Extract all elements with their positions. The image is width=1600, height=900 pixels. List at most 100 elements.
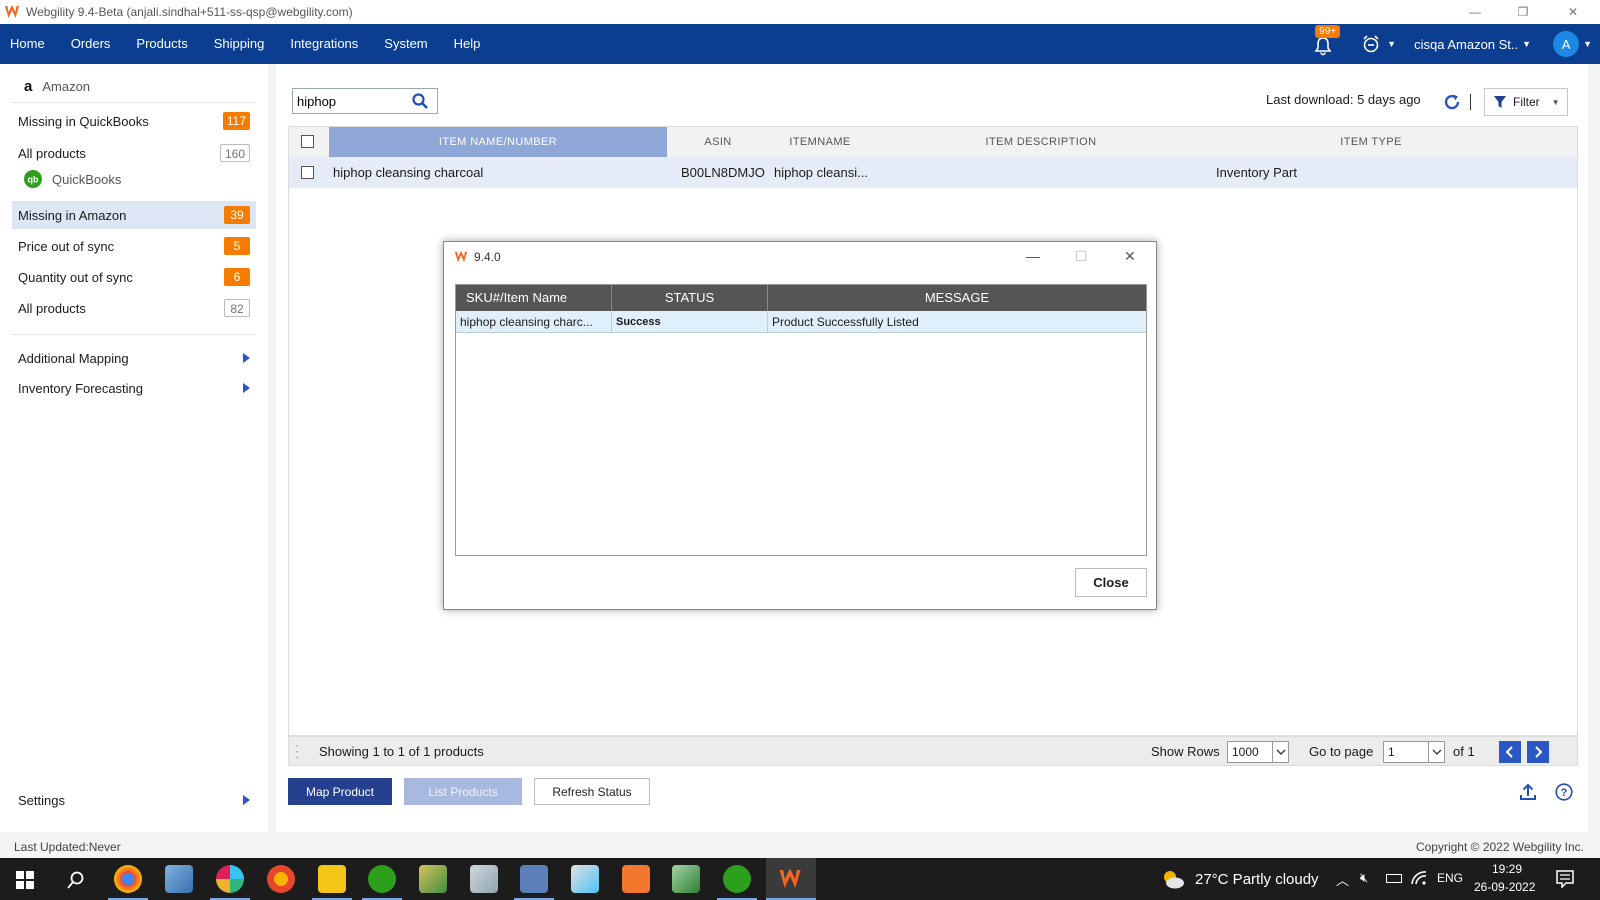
sales-app-icon[interactable] bbox=[368, 865, 396, 893]
menu-products[interactable]: Products bbox=[123, 24, 200, 64]
sidebar-item-settings[interactable]: Settings bbox=[12, 786, 256, 814]
upload-icon[interactable] bbox=[1518, 782, 1538, 802]
refresh-icon[interactable] bbox=[1442, 92, 1462, 112]
minimize-button[interactable]: — bbox=[1452, 0, 1498, 24]
column-header-itemname[interactable]: ITEMNAME bbox=[769, 127, 871, 157]
row-checkbox[interactable] bbox=[301, 166, 314, 179]
divider bbox=[1470, 94, 1471, 110]
sidebar-item-label: Additional Mapping bbox=[18, 350, 129, 366]
sidebar-item-missing-in-amazon[interactable]: Missing in Amazon 39 bbox=[12, 201, 256, 229]
chevron-down-icon[interactable]: ▼ bbox=[1583, 39, 1592, 49]
alarm-clock-icon bbox=[1363, 35, 1379, 53]
sidebar-amazon-header: a Amazon bbox=[24, 78, 90, 95]
language-indicator[interactable]: ENG bbox=[1437, 871, 1463, 885]
chevron-down-icon: ▼ bbox=[1387, 39, 1397, 49]
dialog-minimize-button[interactable]: — bbox=[1026, 248, 1040, 264]
sidebar-item-label: Missing in Amazon bbox=[18, 207, 127, 223]
dialog-titlebar: 9.4.0 bbox=[454, 250, 501, 264]
mail-app-icon[interactable] bbox=[470, 865, 498, 893]
refresh-status-button[interactable]: Refresh Status bbox=[534, 778, 650, 805]
tools-app-icon[interactable] bbox=[419, 865, 447, 893]
notifications-button[interactable]: 99+ bbox=[1313, 25, 1341, 56]
weather-text: 27°C Partly cloudy bbox=[1195, 871, 1319, 888]
spreadsheet-icon[interactable] bbox=[672, 865, 700, 893]
close-button[interactable]: Close bbox=[1075, 568, 1147, 597]
map-product-button[interactable]: Map Product bbox=[288, 778, 392, 805]
menu-system[interactable]: System bbox=[371, 24, 440, 64]
paint-icon[interactable] bbox=[571, 865, 599, 893]
page-total-text: of 1 bbox=[1453, 744, 1475, 759]
slack-icon[interactable] bbox=[216, 865, 244, 893]
close-window-button[interactable]: ✕ bbox=[1550, 0, 1596, 24]
rows-per-page-select[interactable]: 1000 bbox=[1227, 741, 1289, 763]
count-badge: 117 bbox=[222, 112, 250, 130]
grid-header: ITEM NAME/NUMBER ASIN ITEMNAME ITEM DESC… bbox=[289, 127, 1577, 157]
table-row[interactable]: hiphop cleansing charcoal B00LN8DMJO hip… bbox=[289, 157, 1577, 188]
menu-orders[interactable]: Orders bbox=[58, 24, 124, 64]
filter-button[interactable]: Filter ▼ bbox=[1484, 88, 1568, 116]
column-header-item-type[interactable]: ITEM TYPE bbox=[1211, 127, 1531, 157]
window-title: Webgility 9.4-Beta (anjali.sindhal+511-s… bbox=[26, 5, 353, 19]
pagination-bar: · · · Showing 1 to 1 of 1 products Show Ro… bbox=[288, 736, 1578, 766]
quickbooks-icon[interactable] bbox=[723, 865, 751, 893]
restore-button[interactable]: ❐ bbox=[1500, 0, 1546, 24]
notifications-center-icon[interactable] bbox=[1556, 870, 1574, 888]
help-icon[interactable]: ? bbox=[1555, 783, 1573, 801]
sidebar-item-additional-mapping[interactable]: Additional Mapping bbox=[12, 344, 256, 372]
select-all-checkbox[interactable] bbox=[301, 135, 314, 148]
menu-help[interactable]: Help bbox=[441, 24, 494, 64]
sidebar-item-missing-in-quickbooks[interactable]: Missing in QuickBooks 117 bbox=[12, 107, 256, 135]
webgility-taskbar-button[interactable] bbox=[766, 858, 816, 900]
chevron-down-icon: ▼ bbox=[1551, 97, 1560, 107]
cell-sku: hiphop cleansing charc... bbox=[456, 311, 612, 333]
windows-start-icon[interactable] bbox=[16, 871, 34, 889]
battery-icon[interactable] bbox=[1386, 874, 1402, 883]
sidebar-item-price-out-of-sync[interactable]: Price out of sync 5 bbox=[12, 232, 256, 260]
previous-page-button[interactable] bbox=[1499, 741, 1521, 763]
list-products-button[interactable]: List Products bbox=[404, 778, 522, 805]
caret-right-icon bbox=[243, 795, 250, 805]
chevron-right-icon bbox=[1535, 746, 1543, 758]
search-icon[interactable] bbox=[411, 92, 429, 110]
menu-shipping[interactable]: Shipping bbox=[201, 24, 278, 64]
file-explorer-icon[interactable] bbox=[318, 865, 346, 893]
dialog-close-icon[interactable]: ✕ bbox=[1124, 248, 1136, 265]
notepad-icon[interactable] bbox=[165, 865, 193, 893]
column-header-asin[interactable]: ASIN bbox=[667, 127, 769, 157]
chrome-icon[interactable] bbox=[114, 865, 142, 893]
dialog-maximize-button[interactable]: ☐ bbox=[1075, 248, 1088, 265]
column-header-item-description[interactable]: ITEM DESCRIPTION bbox=[871, 127, 1211, 157]
svg-text:qb: qb bbox=[28, 175, 39, 185]
sidebar-item-amazon-all-products[interactable]: All products 160 bbox=[12, 139, 256, 167]
sidebar-item-label: All products bbox=[18, 300, 86, 316]
sidebar: a Amazon Missing in QuickBooks 117 All p… bbox=[0, 64, 268, 832]
webgility-logo-icon bbox=[779, 868, 801, 888]
menu-integrations[interactable]: Integrations bbox=[277, 24, 371, 64]
chevron-up-icon[interactable]: ︿ bbox=[1336, 870, 1349, 889]
search-box bbox=[292, 88, 438, 114]
snip-tool-icon[interactable] bbox=[622, 865, 650, 893]
firefox-icon[interactable] bbox=[267, 865, 295, 893]
calculator-icon[interactable] bbox=[520, 865, 548, 893]
search-input[interactable] bbox=[293, 90, 411, 112]
menu-home[interactable]: Home bbox=[0, 24, 58, 64]
avatar[interactable]: A bbox=[1553, 31, 1580, 57]
result-grid: SKU#/Item Name STATUS MESSAGE hiphop cle… bbox=[455, 284, 1147, 556]
speaker-muted-icon[interactable]: 🔇︎ bbox=[1360, 870, 1368, 886]
table-row[interactable]: hiphop cleansing charc... Success Produc… bbox=[456, 311, 1146, 333]
sidebar-item-inventory-forecasting[interactable]: Inventory Forecasting bbox=[12, 374, 256, 402]
webgility-logo-icon bbox=[5, 5, 19, 18]
filter-icon bbox=[1494, 96, 1506, 108]
alarm-menu[interactable]: ▼ bbox=[1361, 34, 1396, 54]
clock-time[interactable]: 19:29 bbox=[1492, 862, 1522, 876]
store-selector[interactable]: cisqa Amazon St.. ▼ bbox=[1414, 37, 1531, 52]
sidebar-item-qb-all-products[interactable]: All products 82 bbox=[12, 294, 256, 322]
sidebar-item-quantity-out-of-sync[interactable]: Quantity out of sync 6 bbox=[12, 263, 256, 291]
search-icon[interactable] bbox=[66, 870, 86, 890]
page-select[interactable]: 1 bbox=[1383, 741, 1445, 763]
column-header-item-name[interactable]: ITEM NAME/NUMBER bbox=[329, 127, 667, 157]
next-page-button[interactable] bbox=[1527, 741, 1549, 763]
wifi-icon[interactable] bbox=[1410, 870, 1428, 886]
sidebar-item-label: All products bbox=[18, 145, 86, 161]
clock-date[interactable]: 26-09-2022 bbox=[1474, 880, 1535, 894]
